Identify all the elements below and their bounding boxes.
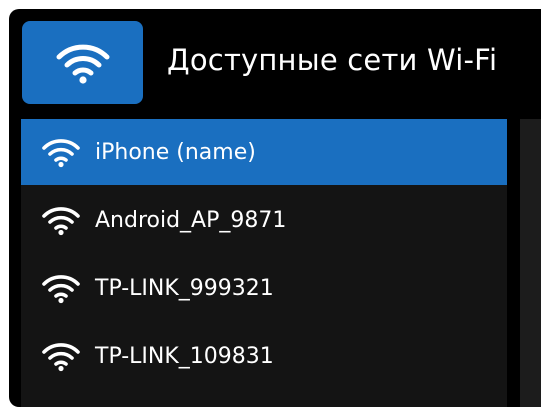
wifi-icon bbox=[55, 40, 111, 86]
network-list: iPhone (name) Android_AP_9871 TP-LINK_99… bbox=[21, 119, 507, 407]
wifi-icon bbox=[40, 339, 82, 373]
network-item-tp-link-999321[interactable]: TP-LINK_999321 bbox=[21, 255, 507, 321]
page-title: Доступные сети Wi-Fi bbox=[167, 43, 498, 77]
list-scrollbar[interactable] bbox=[520, 119, 541, 407]
network-ssid: Android_AP_9871 bbox=[95, 207, 287, 233]
wifi-header-button[interactable] bbox=[22, 21, 143, 104]
wifi-screen: Доступные сети Wi-Fi iPhone (name) Andro… bbox=[9, 9, 541, 407]
network-ssid: TP-LINK_109831 bbox=[95, 343, 274, 369]
network-ssid: TP-LINK_999321 bbox=[95, 275, 274, 301]
wifi-icon bbox=[40, 271, 82, 305]
wifi-icon bbox=[40, 135, 82, 169]
network-item-android-ap[interactable]: Android_AP_9871 bbox=[21, 187, 507, 253]
network-item-iphone[interactable]: iPhone (name) bbox=[21, 119, 507, 185]
network-item-tp-link-109831[interactable]: TP-LINK_109831 bbox=[21, 323, 507, 389]
network-ssid: iPhone (name) bbox=[95, 139, 256, 165]
wifi-icon bbox=[40, 203, 82, 237]
